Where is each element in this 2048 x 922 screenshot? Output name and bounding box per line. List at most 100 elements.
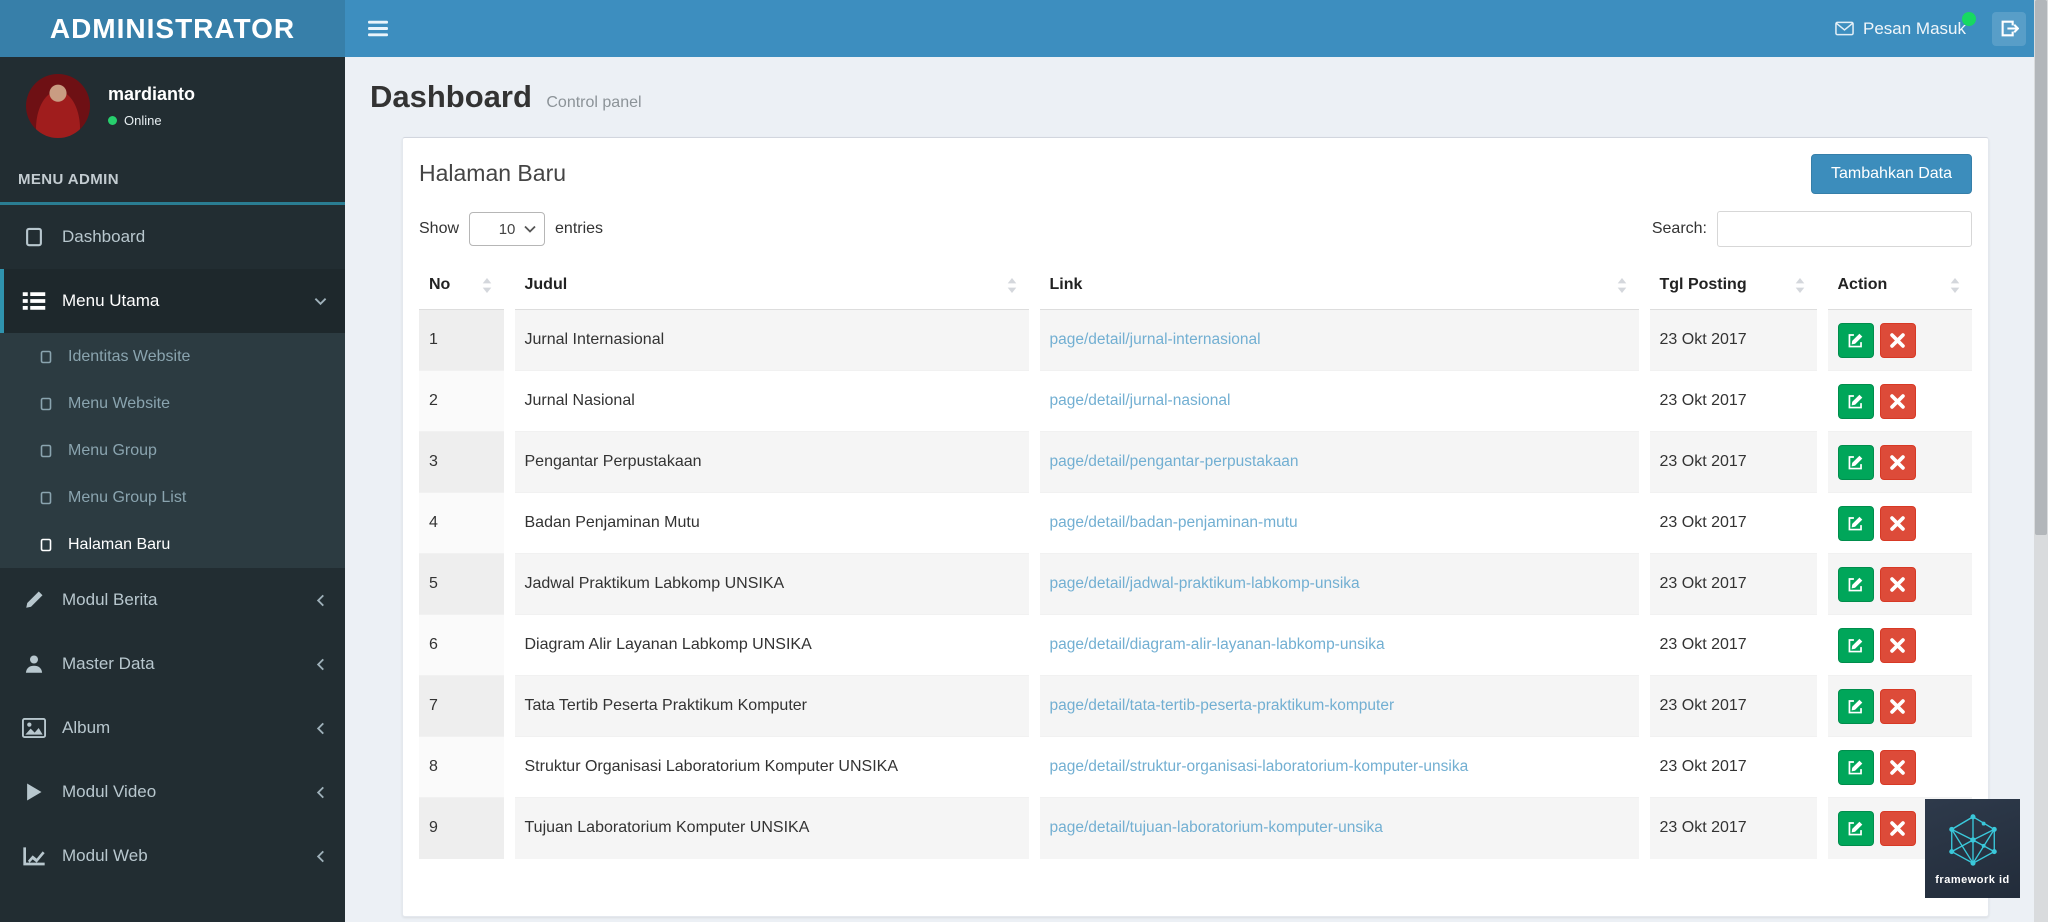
user-status[interactable]: Online [108,113,195,128]
cell-tgl-posting: 23 Okt 2017 [1638,675,1822,737]
hexagon-network-icon [1948,813,1997,866]
page-detail-link[interactable]: page/detail/jurnal-internasional [1050,331,1261,348]
sidebar-item-label: Menu Utama [62,291,160,310]
sidebar-subitem-identitas-website[interactable]: Identitas Website [0,333,345,380]
cell-link: page/detail/pengantar-perpustakaan [1028,431,1644,493]
edit-button[interactable] [1837,566,1874,602]
close-icon [1889,454,1906,471]
hamburger-icon[interactable] [368,20,388,37]
delete-button[interactable] [1879,444,1916,480]
edit-button[interactable] [1837,444,1874,480]
halaman-baru-panel: Halaman Baru Tambahkan Data Show 10 entr… [402,137,1989,917]
cell-link: page/detail/tata-tertib-peserta-praktiku… [1028,675,1644,737]
cell-tgl-posting: 23 Okt 2017 [1638,370,1822,432]
sidebar-item-album[interactable]: Album [0,696,345,760]
cell-no: 9 [419,797,509,859]
sidebar-item-label: Modul Web [62,846,148,865]
delete-button[interactable] [1879,383,1916,419]
list-icon [22,291,46,311]
delete-button[interactable] [1879,322,1916,358]
sidebar-subitem-menu-group-list[interactable]: Menu Group List [0,474,345,521]
delete-button[interactable] [1879,749,1916,785]
brand-logo[interactable]: ADMINISTRATOR [0,0,345,57]
table-row: 1 Jurnal Internasional page/detail/jurnal-… [419,309,1972,371]
close-icon [1889,820,1906,837]
sidebar-item-modul-video[interactable]: Modul Video [0,760,345,824]
square-icon [38,491,54,505]
cell-action [1816,614,1972,676]
cell-judul: Tata Tertib Peserta Praktikum Komputer [503,675,1034,737]
close-icon [1889,576,1906,593]
scrollbar-thumb[interactable] [2035,0,2047,535]
sidebar: mardianto Online MENU ADMIN Dashboard Men… [0,57,345,922]
sidebar-subitem-halaman-baru[interactable]: Halaman Baru [0,521,345,568]
user-name: mardianto [108,84,196,104]
avatar [26,74,90,138]
cell-link: page/detail/jurnal-internasional [1028,309,1644,371]
table-row: 6 Diagram Alir Layanan Labkomp UNSIKA page… [419,614,1972,676]
square-icon [38,538,54,552]
edit-button[interactable] [1837,322,1874,358]
delete-button[interactable] [1879,688,1916,724]
page-detail-link[interactable]: page/detail/diagram-alir-layanan-labkomp… [1050,636,1385,653]
edit-button[interactable] [1837,627,1874,663]
page-detail-link[interactable]: page/detail/badan-penjaminan-mutu [1050,514,1298,531]
edit-icon [1847,820,1864,837]
cell-judul: Badan Penjaminan Mutu [503,492,1034,554]
table-row: 4 Badan Penjaminan Mutu page/detail/badan-… [419,492,1972,554]
cell-link: page/detail/tujuan-laboratorium-komputer… [1028,797,1644,859]
pencil-icon [22,590,46,610]
logout-button[interactable] [1992,11,2026,46]
sidebar-item-dashboard[interactable]: Dashboard [0,205,345,269]
page-detail-link[interactable]: page/detail/jurnal-nasional [1050,392,1231,409]
search-input[interactable] [1717,211,1972,247]
sidebar-subitem-menu-group[interactable]: Menu Group [0,427,345,474]
cell-tgl-posting: 23 Okt 2017 [1638,553,1822,615]
edit-button[interactable] [1837,749,1874,785]
edit-button[interactable] [1837,688,1874,724]
cell-no: 4 [419,492,509,554]
cell-judul: Tujuan Laboratorium Komputer UNSIKA [503,797,1034,859]
page-detail-link[interactable]: page/detail/pengantar-perpustakaan [1050,453,1299,470]
column-header-no[interactable]: No [419,261,509,310]
chevron-left-icon [314,594,327,607]
close-icon [1889,698,1906,715]
sidebar-item-modul-berita[interactable]: Modul Berita [0,568,345,632]
edit-button[interactable] [1837,383,1874,419]
user-status-label: Online [124,113,162,128]
edit-icon [1847,393,1864,410]
table-row: 3 Pengantar Perpustakaan page/detail/penga… [419,431,1972,493]
add-data-button[interactable]: Tambahkan Data [1811,154,1972,194]
delete-button[interactable] [1879,505,1916,541]
page-detail-link[interactable]: page/detail/struktur-organisasi-laborato… [1050,758,1469,775]
delete-button[interactable] [1879,566,1916,602]
vertical-scrollbar[interactable] [2034,0,2048,922]
sidebar-item-modul-web[interactable]: Modul Web [0,824,345,888]
column-header-judul[interactable]: Judul [503,261,1034,310]
cell-link: page/detail/jurnal-nasional [1028,370,1644,432]
sort-icon [1615,277,1629,293]
column-header-action[interactable]: Action [1816,261,1972,310]
sidebar-item-menu-utama[interactable]: Menu Utama [0,269,345,333]
chevron-down-icon [314,295,327,308]
column-header-tgl-posting[interactable]: Tgl Posting [1638,261,1822,310]
cell-no: 3 [419,431,509,493]
messages-menu[interactable]: Pesan Masuk [1835,11,1976,39]
delete-button[interactable] [1879,810,1916,846]
page-detail-link[interactable]: page/detail/tujuan-laboratorium-komputer… [1050,819,1383,836]
main-content: Dashboard Control panel Halaman Baru Tam… [345,57,2034,922]
delete-button[interactable] [1879,627,1916,663]
sidebar-item-master-data[interactable]: Master Data [0,632,345,696]
sidebar-subitem-menu-website[interactable]: Menu Website [0,380,345,427]
image-icon [22,718,46,738]
page-detail-link[interactable]: page/detail/tata-tertib-peserta-praktiku… [1050,697,1395,714]
cell-judul: Pengantar Perpustakaan [503,431,1034,493]
edit-button[interactable] [1837,505,1874,541]
edit-button[interactable] [1837,810,1874,846]
cell-no: 1 [419,309,509,371]
page-detail-link[interactable]: page/detail/jadwal-praktikum-labkomp-uns… [1050,575,1360,592]
sort-icon [1793,277,1807,293]
close-icon [1889,759,1906,776]
page-length-select[interactable]: 10 [469,212,546,246]
column-header-link[interactable]: Link [1028,261,1644,310]
